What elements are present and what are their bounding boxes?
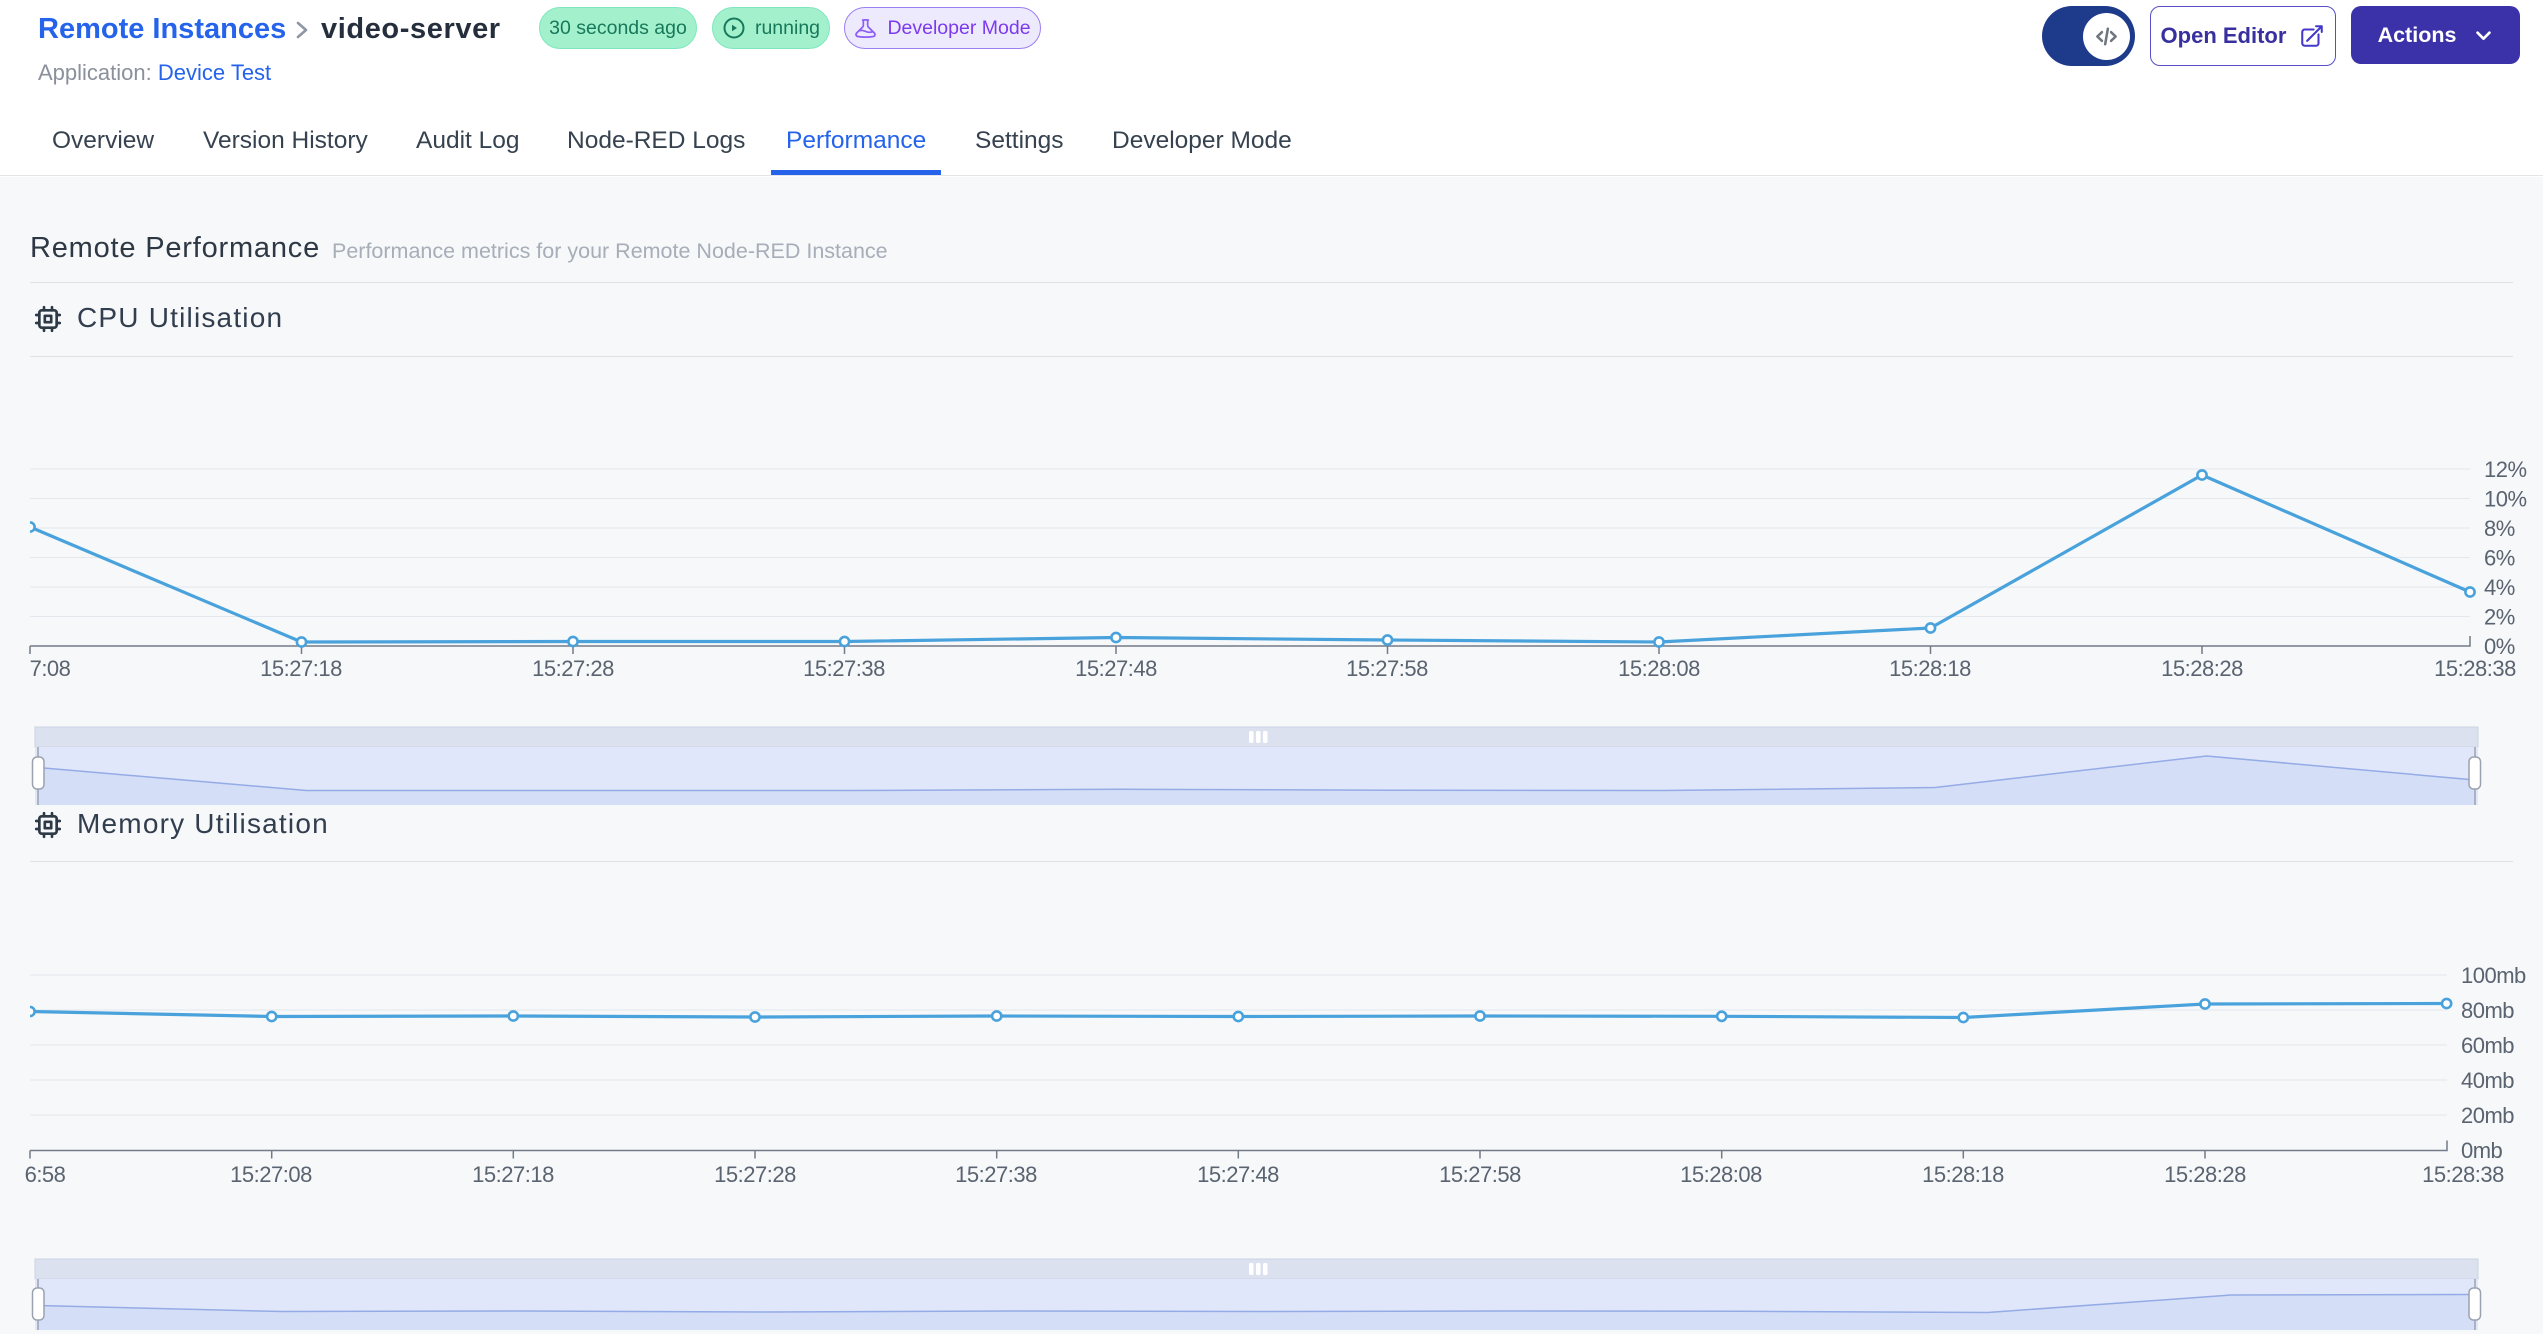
svg-text:8%: 8% bbox=[2484, 516, 2515, 541]
svg-text:15:27:58: 15:27:58 bbox=[1439, 1162, 1521, 1187]
svg-text:15:28:38: 15:28:38 bbox=[2434, 656, 2516, 681]
svg-text:15:28:38: 15:28:38 bbox=[2422, 1162, 2504, 1187]
svg-text:6:58: 6:58 bbox=[25, 1162, 66, 1187]
svg-text:15:28:08: 15:28:08 bbox=[1680, 1162, 1762, 1187]
svg-text:15:28:08: 15:28:08 bbox=[1618, 656, 1700, 681]
svg-text:15:27:28: 15:27:28 bbox=[714, 1162, 796, 1187]
svg-text:15:28:18: 15:28:18 bbox=[1922, 1162, 2004, 1187]
svg-text:15:27:18: 15:27:18 bbox=[260, 656, 342, 681]
svg-text:6%: 6% bbox=[2484, 546, 2515, 571]
svg-text:15:27:58: 15:27:58 bbox=[1346, 656, 1428, 681]
svg-text:15:27:28: 15:27:28 bbox=[532, 656, 614, 681]
svg-text:40mb: 40mb bbox=[2461, 1068, 2514, 1093]
svg-text:15:28:18: 15:28:18 bbox=[1889, 656, 1971, 681]
svg-text:100mb: 100mb bbox=[2461, 963, 2526, 988]
svg-text:12%: 12% bbox=[2484, 457, 2527, 482]
svg-text:15:27:48: 15:27:48 bbox=[1075, 656, 1157, 681]
svg-text:60mb: 60mb bbox=[2461, 1033, 2514, 1058]
svg-text:2%: 2% bbox=[2484, 605, 2515, 630]
svg-text:10%: 10% bbox=[2484, 487, 2527, 512]
svg-text:7:08: 7:08 bbox=[30, 656, 71, 681]
svg-text:15:27:38: 15:27:38 bbox=[955, 1162, 1037, 1187]
svg-text:4%: 4% bbox=[2484, 575, 2515, 600]
svg-text:15:28:28: 15:28:28 bbox=[2161, 656, 2243, 681]
svg-text:15:27:48: 15:27:48 bbox=[1197, 1162, 1279, 1187]
svg-text:0%: 0% bbox=[2484, 634, 2515, 659]
svg-text:15:27:08: 15:27:08 bbox=[230, 1162, 312, 1187]
svg-text:80mb: 80mb bbox=[2461, 998, 2514, 1023]
svg-text:15:27:18: 15:27:18 bbox=[472, 1162, 554, 1187]
svg-text:20mb: 20mb bbox=[2461, 1103, 2514, 1128]
svg-text:15:27:38: 15:27:38 bbox=[803, 656, 885, 681]
svg-text:15:28:28: 15:28:28 bbox=[2164, 1162, 2246, 1187]
svg-text:0mb: 0mb bbox=[2461, 1138, 2503, 1163]
